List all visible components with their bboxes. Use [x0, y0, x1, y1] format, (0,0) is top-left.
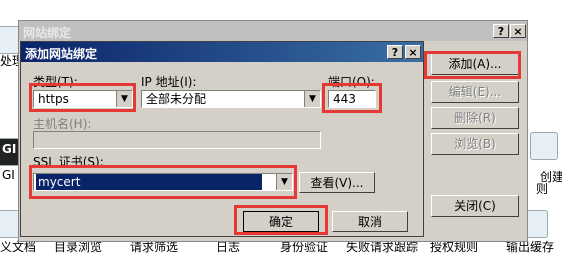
add-binding-titlebar: 添加网站绑定 ? × — [21, 42, 423, 62]
site-bindings-title: 网站绑定 — [23, 26, 72, 40]
site-bindings-titlebar: 网站绑定 ? × — [19, 21, 527, 41]
ip-dropdown-arrow-icon[interactable]: ▼ — [304, 91, 320, 107]
dialog-help-button[interactable]: ? — [387, 45, 403, 59]
browse-button[interactable]: 浏览(B) — [431, 133, 519, 155]
cancel-button[interactable]: 取消 — [332, 211, 408, 232]
hostname-label: 主机名(H): — [33, 117, 92, 131]
highlight-ssl-select — [29, 165, 297, 199]
add-binding-dialog: 添加网站绑定 ? × 类型(T): https ▼ IP 地址(I): 全部未分… — [20, 41, 424, 237]
cgi-icon-label: GI — [2, 142, 17, 156]
dialog-close-button[interactable]: × — [405, 45, 421, 59]
hostname-input[interactable] — [33, 131, 321, 149]
highlight-ok-button — [234, 205, 328, 235]
highlight-add-button — [424, 51, 521, 79]
add-binding-title: 添加网站绑定 — [25, 47, 98, 61]
mime-icon — [530, 132, 558, 160]
rule-label: 则 — [536, 182, 549, 196]
highlight-port-input — [322, 83, 382, 113]
close-button[interactable]: × — [510, 24, 526, 38]
ip-value: 全部未分配 — [146, 92, 207, 106]
help-button[interactable]: ? — [493, 24, 509, 38]
edit-button[interactable]: 编辑(E)... — [431, 81, 519, 103]
close-dialog-button[interactable]: 关闭(C) — [431, 195, 519, 217]
cgi-label: GI — [2, 168, 15, 182]
view-button[interactable]: 查看(V)... — [299, 172, 375, 193]
ip-label: IP 地址(I): — [141, 75, 197, 89]
ip-select[interactable]: 全部未分配 ▼ — [141, 90, 321, 108]
remove-button[interactable]: 删除(R) — [431, 107, 519, 129]
highlight-type-select — [29, 83, 136, 112]
